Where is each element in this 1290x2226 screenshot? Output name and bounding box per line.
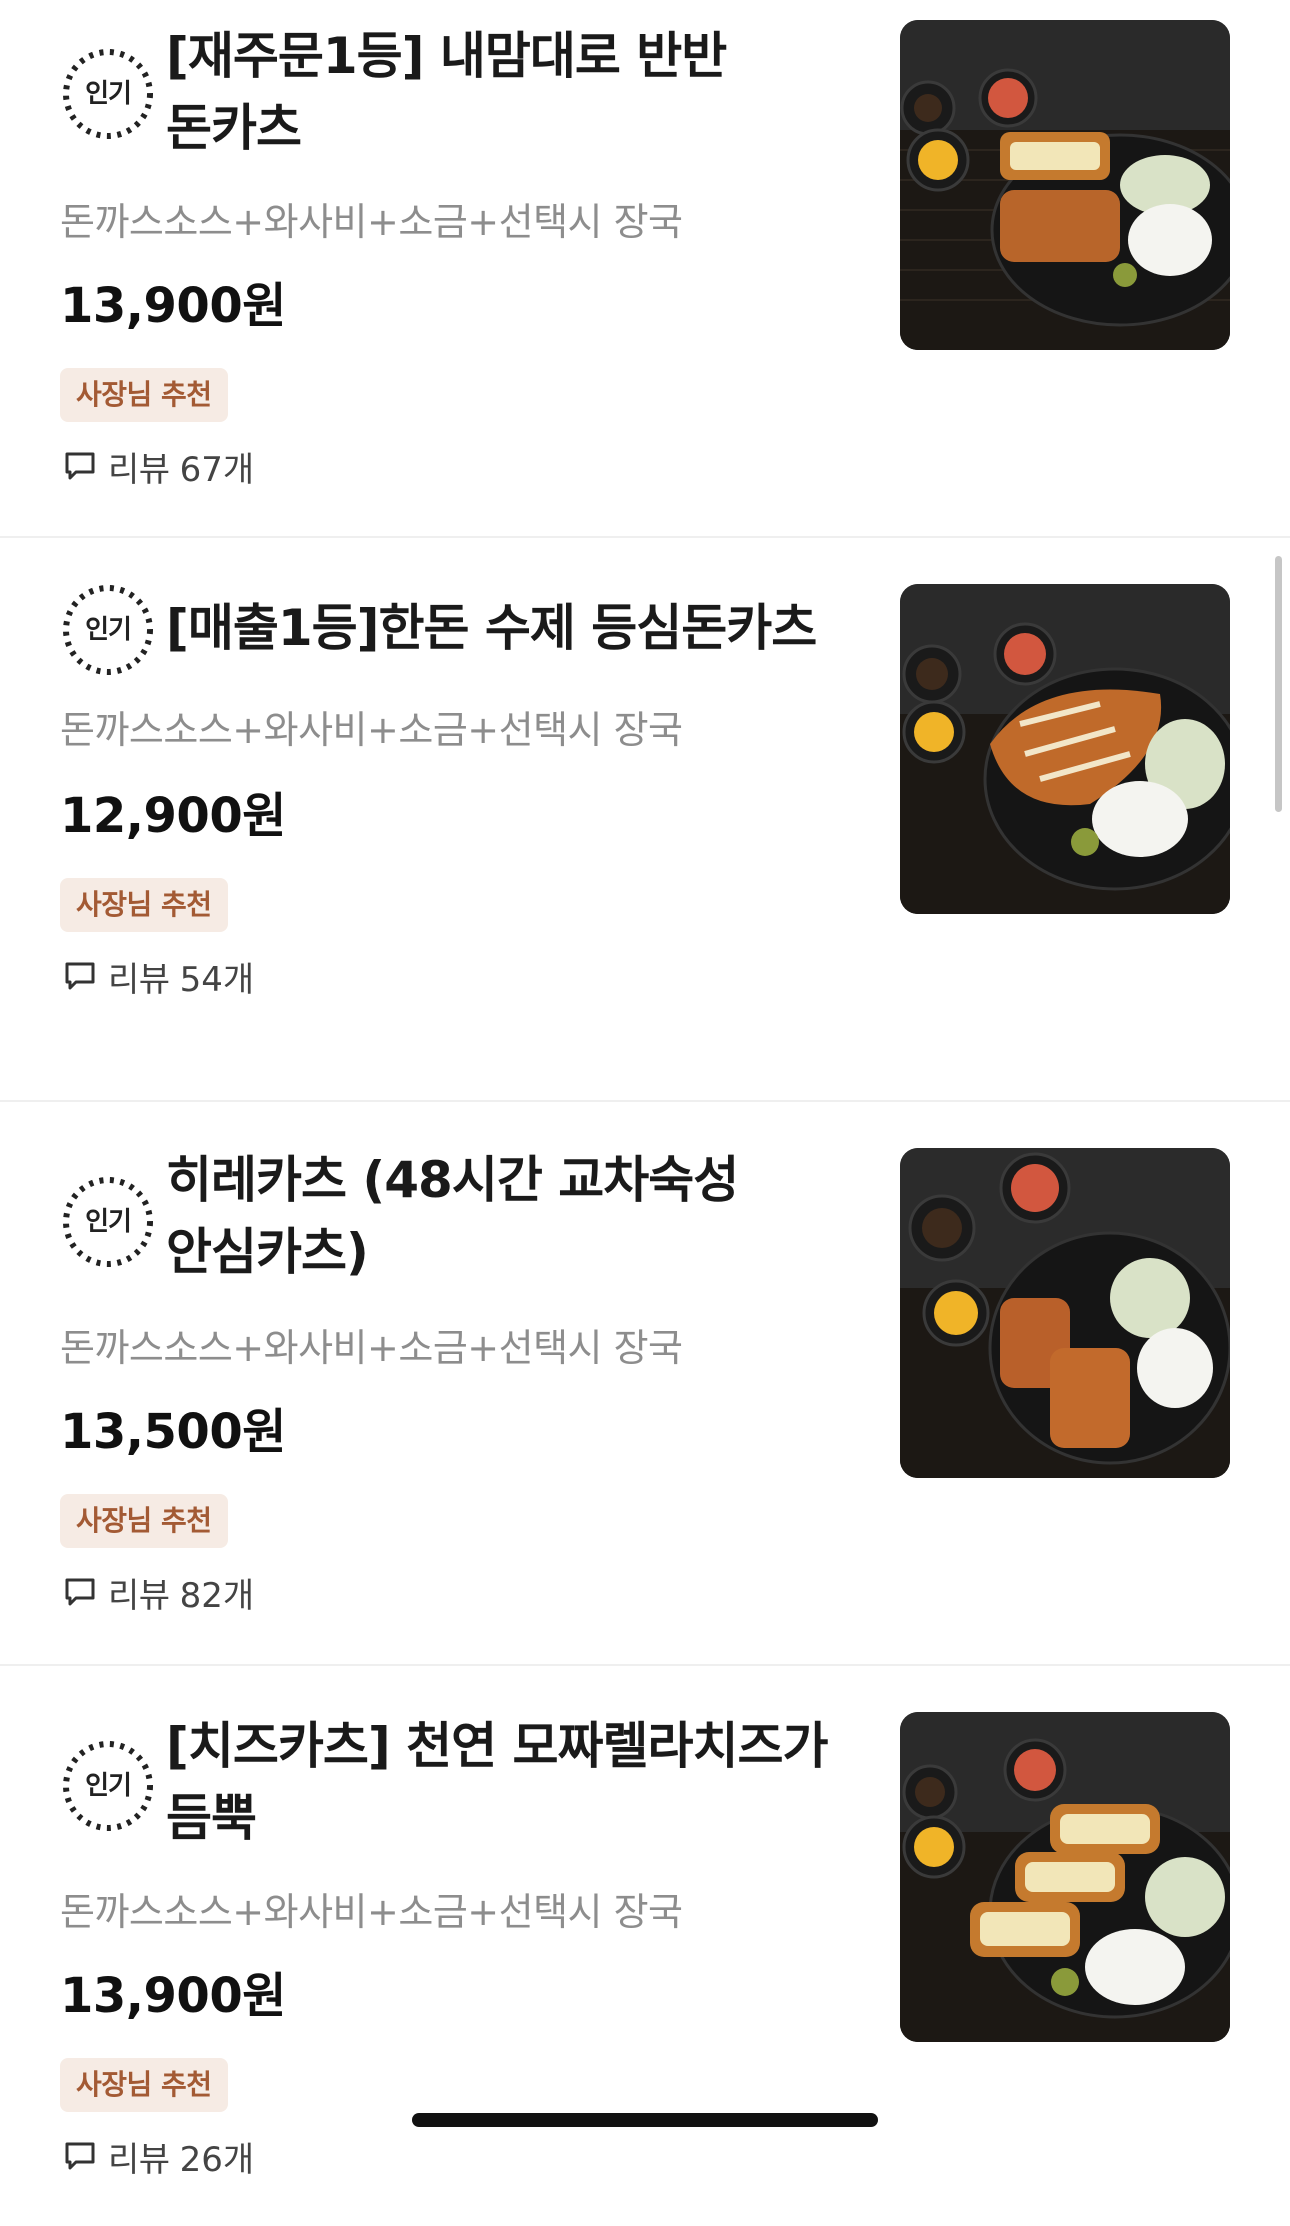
menu-price: 13,900원 (60, 1968, 286, 2024)
menu-price: 13,900원 (60, 278, 286, 334)
menu-item[interactable]: 인기 [치즈카츠] 천연 모짜렐라치즈가 듬뿍 돈까스소스+와사비+소금+선택시… (0, 1666, 1290, 2226)
popular-badge-label: 인기 (85, 79, 132, 109)
owner-recommend-tag: 사장님 추천 (60, 368, 228, 422)
popular-badge: 인기 (60, 46, 156, 142)
review-label: 리뷰 (108, 1575, 170, 1616)
review-count: 67개 (179, 449, 255, 490)
review-summary: 리뷰 54개 (62, 954, 255, 1000)
popular-badge-label: 인기 (85, 1207, 132, 1237)
food-photo-hirekatsu-icon (900, 1148, 1230, 1478)
review-label: 리뷰 (108, 2139, 170, 2180)
review-summary: 리뷰 67개 (62, 444, 255, 490)
speech-bubble-icon (65, 1578, 95, 1606)
menu-title[interactable]: [매출1등]한돈 수제 등심돈카츠 (166, 592, 866, 664)
speech-bubble-icon (65, 962, 95, 990)
review-summary: 리뷰 82개 (62, 1570, 255, 1616)
review-count: 54개 (179, 959, 255, 1000)
popular-badge: 인기 (60, 582, 156, 678)
menu-description: 돈까스소스+와사비+소금+선택시 장국 (60, 1890, 683, 1934)
menu-title[interactable]: 히레카츠 (48시간 교차숙성 안심카츠) (166, 1144, 866, 1288)
menu-photo[interactable] (900, 20, 1230, 350)
owner-recommend-tag: 사장님 추천 (60, 878, 228, 932)
review-count: 26개 (179, 2139, 255, 2180)
menu-title[interactable]: [재주문1등] 내맘대로 반반 돈카츠 (166, 20, 866, 164)
menu-description: 돈까스소스+와사비+소금+선택시 장국 (60, 1326, 683, 1370)
menu-list: 인기 [재주문1등] 내맘대로 반반 돈카츠 돈까스소스+와사비+소금+선택시 … (0, 0, 1290, 2226)
review-label: 리뷰 (108, 959, 170, 1000)
popular-badge-label: 인기 (85, 1771, 132, 1801)
scrollbar[interactable] (1275, 556, 1282, 812)
menu-description: 돈까스소스+와사비+소금+선택시 장국 (60, 708, 683, 752)
speech-bubble-icon (65, 2142, 95, 2170)
menu-price: 13,500원 (60, 1404, 286, 1460)
popular-badge-label: 인기 (85, 615, 132, 645)
menu-title[interactable]: [치즈카츠] 천연 모짜렐라치즈가 듬뿍 (166, 1710, 866, 1854)
menu-photo[interactable] (900, 1712, 1230, 2042)
speech-bubble-icon (65, 452, 95, 480)
review-label: 리뷰 (108, 449, 170, 490)
owner-recommend-tag: 사장님 추천 (60, 1494, 228, 1548)
menu-item[interactable]: 인기 [매출1등]한돈 수제 등심돈카츠 돈까스소스+와사비+소금+선택시 장국… (0, 538, 1290, 1102)
food-photo-half-half-tonkatsu-icon (900, 20, 1230, 350)
food-photo-loin-tonkatsu-icon (900, 584, 1230, 914)
review-summary: 리뷰 26개 (62, 2134, 255, 2180)
owner-recommend-tag: 사장님 추천 (60, 2058, 228, 2112)
popular-badge: 인기 (60, 1174, 156, 1270)
menu-description: 돈까스소스+와사비+소금+선택시 장국 (60, 200, 683, 244)
menu-item[interactable]: 인기 히레카츠 (48시간 교차숙성 안심카츠) 돈까스소스+와사비+소금+선택… (0, 1102, 1290, 1666)
popular-badge: 인기 (60, 1738, 156, 1834)
menu-price: 12,900원 (60, 788, 286, 844)
review-count: 82개 (179, 1575, 255, 1616)
menu-photo[interactable] (900, 1148, 1230, 1478)
home-indicator[interactable] (412, 2113, 878, 2127)
food-photo-cheese-katsu-icon (900, 1712, 1230, 2042)
menu-photo[interactable] (900, 584, 1230, 914)
menu-item[interactable]: 인기 [재주문1등] 내맘대로 반반 돈카츠 돈까스소스+와사비+소금+선택시 … (0, 0, 1290, 538)
